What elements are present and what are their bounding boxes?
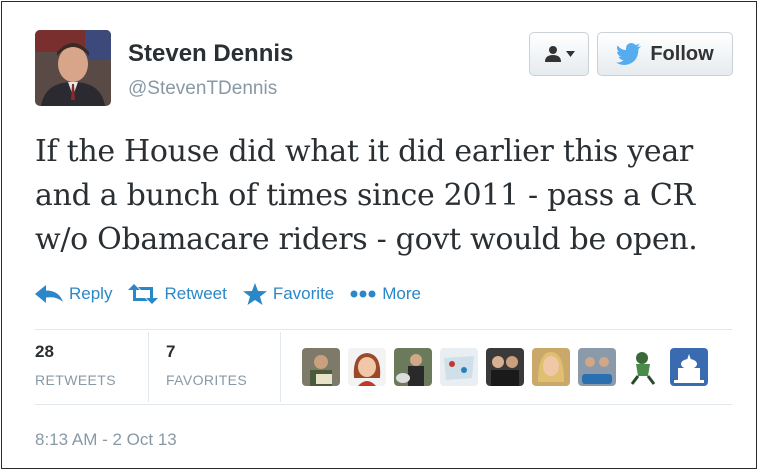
star-icon xyxy=(242,283,267,305)
profile-avatar[interactable] xyxy=(35,30,111,106)
tweet-timestamp[interactable]: 8:13 AM - 2 Oct 13 xyxy=(35,430,177,450)
favoriter-avatar[interactable] xyxy=(394,348,432,386)
user-icon xyxy=(544,46,561,62)
user-handle[interactable]: @StevenTDennis xyxy=(128,78,277,100)
favorites-stat[interactable]: 7 FAVORITES xyxy=(166,342,247,388)
tweet-actions: Reply Retweet Favorite More xyxy=(35,283,421,305)
favoriter-avatar[interactable] xyxy=(578,348,616,386)
tweet-line: and a bunch of times since 2011 - pass a… xyxy=(35,178,695,213)
tweet-card: Steven Dennis @StevenTDennis Follow If t… xyxy=(1,1,757,469)
retweets-label: RETWEETS xyxy=(35,372,116,388)
display-name[interactable]: Steven Dennis xyxy=(128,40,293,68)
caret-down-icon xyxy=(565,51,575,57)
avatar-cartoon-runner-icon xyxy=(624,348,662,386)
user-actions-dropdown[interactable] xyxy=(529,32,589,76)
favoriter-avatar[interactable] xyxy=(624,348,662,386)
avatar-blonde-woman-icon xyxy=(532,348,570,386)
retweet-action[interactable]: Retweet xyxy=(128,284,227,304)
divider xyxy=(35,329,732,330)
favorite-action[interactable]: Favorite xyxy=(242,283,335,305)
favoriters-list xyxy=(302,348,708,386)
favorites-label: FAVORITES xyxy=(166,372,248,388)
tweet-text: If the House did what it did earlier thi… xyxy=(35,130,735,262)
avatar-man-sign-icon xyxy=(302,348,340,386)
favorite-label: Favorite xyxy=(272,284,335,303)
reply-icon xyxy=(35,285,63,303)
retweets-stat[interactable]: 28 RETWEETS xyxy=(35,342,116,388)
tweet-line: w/o Obamacare riders - govt would be ope… xyxy=(35,222,698,257)
favoriter-avatar[interactable] xyxy=(302,348,340,386)
favoriter-avatar[interactable] xyxy=(486,348,524,386)
favorites-count: 7 xyxy=(166,342,176,361)
follow-button[interactable]: Follow xyxy=(597,32,733,76)
retweets-count: 28 xyxy=(35,342,54,361)
retweet-label: Retweet xyxy=(164,284,227,303)
profile-photo-icon xyxy=(35,30,111,106)
stat-separator xyxy=(148,332,149,402)
avatar-group-badge-icon xyxy=(578,348,616,386)
retweet-icon xyxy=(128,284,159,304)
favoriter-avatar[interactable] xyxy=(348,348,386,386)
more-dots-icon xyxy=(350,290,376,298)
stat-separator xyxy=(280,332,281,402)
reply-action[interactable]: Reply xyxy=(35,284,112,304)
follow-label: Follow xyxy=(650,42,714,65)
avatar-man-dog-icon xyxy=(394,348,432,386)
reply-label: Reply xyxy=(69,284,113,303)
avatar-couple-icon xyxy=(486,348,524,386)
tweet-line: If the House did what it did earlier thi… xyxy=(35,134,693,169)
favoriter-avatar[interactable] xyxy=(532,348,570,386)
divider xyxy=(35,404,732,405)
more-action[interactable]: More xyxy=(350,284,421,304)
avatar-map-icon xyxy=(440,348,478,386)
avatar-cartoon-woman-icon xyxy=(348,348,386,386)
favoriter-avatar[interactable] xyxy=(670,348,708,386)
more-label: More xyxy=(382,284,421,303)
favoriter-avatar[interactable] xyxy=(440,348,478,386)
twitter-bird-icon xyxy=(616,43,642,65)
avatar-capitol-icon xyxy=(670,348,708,386)
